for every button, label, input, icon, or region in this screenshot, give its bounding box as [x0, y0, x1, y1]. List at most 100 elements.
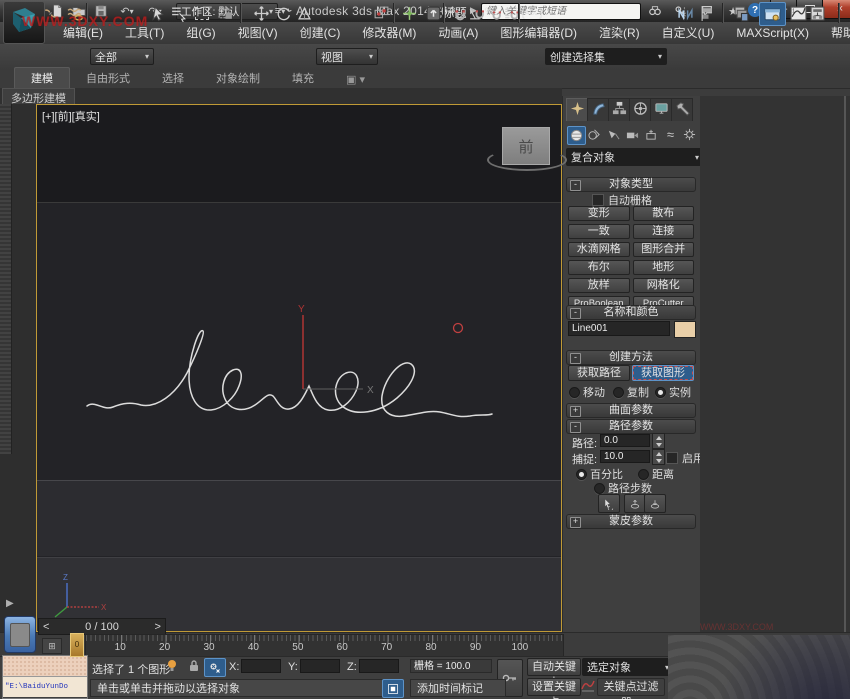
menu-views[interactable]: 视图(V): [227, 22, 289, 44]
isolate-selection-toggle[interactable]: [382, 679, 404, 698]
ribbon-tab-modeling[interactable]: 建模: [14, 67, 70, 88]
search-binoculars-icon[interactable]: [646, 3, 664, 19]
button-morph[interactable]: 变形: [568, 206, 630, 221]
button-loft[interactable]: 放样: [568, 278, 630, 293]
rollout-name-color[interactable]: - 名称和颜色: [566, 305, 696, 320]
keyboard-override-icon[interactable]: [422, 2, 444, 24]
get-shape-button[interactable]: 获取图形: [632, 365, 694, 381]
menu-customize[interactable]: 自定义(U): [651, 22, 726, 44]
frame-number-box[interactable]: < 0 / 100 >: [38, 618, 166, 635]
rollout-surface-params[interactable]: + 曲面参数: [566, 403, 696, 418]
radio-instance[interactable]: 实例: [655, 384, 691, 400]
category-helpers-icon[interactable]: [643, 126, 660, 143]
category-shapes-icon[interactable]: [586, 126, 603, 143]
listener-macro-pane[interactable]: [3, 656, 87, 677]
rectangular-selection-region-icon[interactable]: [191, 2, 213, 24]
maxscript-mini-listener[interactable]: "E:\BaiduYunDo: [2, 655, 88, 699]
key-filters-curve-icon[interactable]: [581, 679, 595, 696]
listener-script-pane[interactable]: "E:\BaiduYunDo: [3, 677, 87, 697]
reference-coordinate-dropdown[interactable]: 视图▾: [316, 48, 378, 65]
tab-display[interactable]: [650, 98, 672, 121]
add-time-tag[interactable]: 添加时间标记: [410, 679, 506, 697]
edit-named-selection-icon[interactable]: {ABC}: [521, 2, 543, 24]
key-target-dropdown[interactable]: 选定对象▾: [582, 658, 674, 676]
selection-filter-dropdown[interactable]: 全部▾: [90, 48, 154, 65]
category-systems-icon[interactable]: [681, 126, 698, 143]
button-scatter[interactable]: 散布: [633, 206, 695, 221]
schematic-view-icon[interactable]: [806, 2, 828, 24]
next-shape-button[interactable]: [644, 494, 666, 513]
mirror-icon[interactable]: [674, 2, 696, 24]
button-connect[interactable]: 连接: [633, 224, 695, 239]
auto-key-button[interactable]: 自动关键点: [527, 658, 581, 676]
manage-layers-icon[interactable]: [730, 2, 752, 24]
next-frame-arrow[interactable]: >: [155, 621, 161, 633]
ribbon-tab-selection[interactable]: 选择: [146, 68, 200, 88]
object-name-field[interactable]: [568, 321, 670, 336]
time-slider-handle[interactable]: 0: [70, 633, 84, 657]
viewport-shading-button[interactable]: [真实]: [72, 111, 100, 123]
viewcube[interactable]: 前: [502, 127, 550, 165]
menu-graph-editors[interactable]: 图形编辑器(D): [489, 22, 588, 44]
snap-value-field[interactable]: [600, 450, 650, 463]
select-object-icon[interactable]: [147, 2, 169, 24]
path-spinner[interactable]: [652, 433, 665, 449]
mini-listener-button[interactable]: [4, 616, 36, 653]
align-icon[interactable]: [697, 2, 719, 24]
snap-spinner[interactable]: [652, 449, 665, 465]
ribbon-tab-object-paint[interactable]: 对象绘制: [200, 68, 276, 88]
button-shapemerge[interactable]: 图形合并: [633, 242, 695, 257]
select-and-move-icon[interactable]: [250, 2, 272, 24]
enable-checkbox[interactable]: 启用: [666, 450, 704, 466]
window-crossing-icon[interactable]: [214, 2, 236, 24]
graphite-ribbon-toggle-icon[interactable]: [759, 2, 786, 26]
menu-create[interactable]: 创建(C): [289, 22, 352, 44]
category-cameras-icon[interactable]: [624, 126, 641, 143]
radio-copy[interactable]: 复制: [613, 384, 649, 400]
select-and-rotate-icon[interactable]: [272, 2, 294, 24]
use-pivot-point-icon[interactable]: [370, 2, 392, 24]
rollout-creation-method[interactable]: - 创建方法: [566, 350, 696, 365]
tab-hierarchy[interactable]: [608, 98, 630, 121]
prompt-bulb-icon[interactable]: [166, 659, 178, 676]
named-selection-set-dropdown[interactable]: 创建选择集▾: [545, 48, 667, 65]
viewport-view-button[interactable]: [前]: [55, 111, 72, 123]
button-mesher[interactable]: 网格化: [633, 278, 695, 293]
button-blobmesh[interactable]: 水滴网格: [568, 242, 630, 257]
tab-create[interactable]: [566, 98, 588, 121]
tab-modify[interactable]: [587, 98, 609, 121]
menu-modifiers[interactable]: 修改器(M): [351, 22, 427, 44]
y-coordinate-field[interactable]: [300, 659, 340, 673]
pick-shape-button[interactable]: [598, 494, 620, 513]
select-and-manipulate-icon[interactable]: [398, 2, 420, 24]
absolute-mode-toggle[interactable]: [204, 658, 226, 677]
ribbon-tab-freeform[interactable]: 自由形式: [70, 68, 146, 88]
selection-lock-icon[interactable]: [188, 659, 200, 676]
left-scroll-strip[interactable]: [0, 104, 12, 454]
menu-help[interactable]: 帮助(H): [820, 22, 850, 44]
x-coordinate-field[interactable]: [241, 659, 281, 673]
object-category-dropdown[interactable]: 复合对象▾: [566, 148, 704, 166]
category-geometry-icon[interactable]: [567, 126, 586, 145]
path-value-field[interactable]: [600, 434, 650, 447]
select-and-scale-icon[interactable]: [293, 2, 315, 24]
menu-animation[interactable]: 动画(A): [427, 22, 489, 44]
z-coordinate-field[interactable]: [359, 659, 399, 673]
rollout-skin-params[interactable]: + 蒙皮参数: [566, 514, 696, 529]
ribbon-tab-populate[interactable]: 填充: [276, 68, 330, 88]
button-conform[interactable]: 一致: [568, 224, 630, 239]
button-terrain[interactable]: 地形: [633, 260, 695, 275]
category-lights-icon[interactable]: [605, 126, 622, 143]
tab-utilities[interactable]: [671, 98, 693, 121]
expand-arrow-icon[interactable]: ▶: [6, 598, 14, 609]
rollout-object-type[interactable]: - 对象类型: [566, 177, 696, 192]
radio-move[interactable]: 移动: [569, 384, 605, 400]
menu-rendering[interactable]: 渲染(R): [588, 22, 651, 44]
get-path-button[interactable]: 获取路径: [568, 365, 630, 381]
key-filters-button[interactable]: 关键点过滤器...: [597, 678, 665, 696]
open-mini-curve-editor-icon[interactable]: ⊞: [42, 638, 62, 654]
viewport-menu-button[interactable]: [+]: [42, 111, 55, 123]
ribbon-overflow-button[interactable]: ▣ ▾: [330, 71, 381, 88]
menu-group[interactable]: 组(G): [175, 22, 226, 44]
select-by-name-icon[interactable]: [167, 2, 189, 24]
